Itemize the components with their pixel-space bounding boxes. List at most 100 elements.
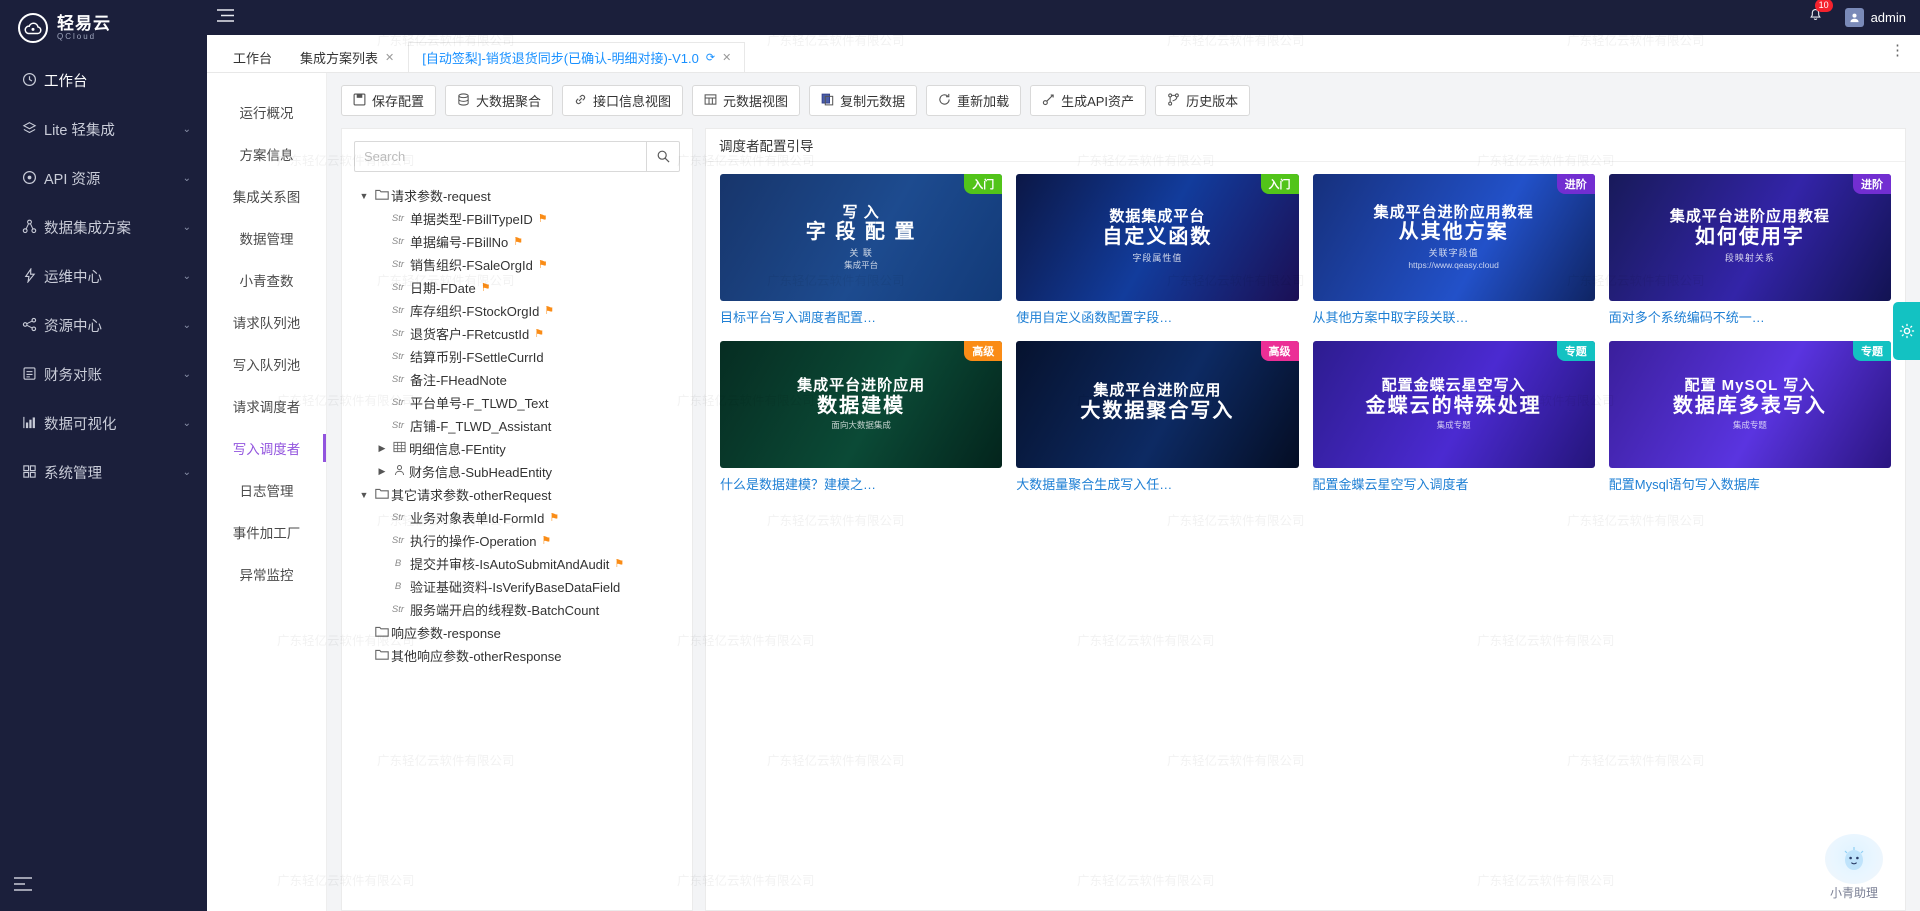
required-flag-icon: ⚑ bbox=[513, 235, 523, 248]
tree-node[interactable]: ▶Str业务对象表单Id-FormId⚑ bbox=[348, 506, 686, 529]
tree-node[interactable]: ▶Str单据类型-FBillTypeID⚑ bbox=[348, 207, 686, 230]
chevron-right-icon[interactable]: ▶ bbox=[374, 443, 390, 454]
sidebar-item-6[interactable]: 资源中心⌄ bbox=[0, 301, 207, 350]
module-menu-item-5[interactable]: 小青查数 bbox=[207, 259, 326, 301]
chevron-right-icon[interactable]: ▶ bbox=[374, 466, 390, 477]
guide-card-thumbnail: 写 入字 段 配 置关 联集成平台入门 bbox=[720, 174, 1002, 301]
guide-card-caption[interactable]: 配置金蝶云星空写入调度者 bbox=[1313, 477, 1595, 494]
tree-node[interactable]: ▶明细信息-FEntity bbox=[348, 437, 686, 460]
tree-node[interactable]: ▶Str日期-FDate⚑ bbox=[348, 276, 686, 299]
thumb-subtitle: 集成专题 bbox=[1366, 421, 1542, 431]
toolbar-button-7[interactable]: 生成API资产 bbox=[1030, 85, 1146, 116]
brand-logo[interactable]: 轻易云 QCloud bbox=[0, 0, 207, 56]
module-menu-item-3[interactable]: 集成关系图 bbox=[207, 175, 326, 217]
collapse-menu-icon[interactable] bbox=[14, 877, 36, 899]
tab-3[interactable]: [自动签梨]-销货退货同步(已确认-明细对接)-V1.0⟳✕ bbox=[408, 42, 745, 72]
tree-node[interactable]: ▶Str退货客户-FRetcustId⚑ bbox=[348, 322, 686, 345]
gear-icon[interactable] bbox=[1893, 302, 1920, 360]
module-menu-item-10[interactable]: 日志管理 bbox=[207, 469, 326, 511]
module-menu-item-11[interactable]: 事件加工厂 bbox=[207, 511, 326, 553]
module-menu-item-2[interactable]: 方案信息 bbox=[207, 133, 326, 175]
tree-node[interactable]: ▶Str单据编号-FBillNo⚑ bbox=[348, 230, 686, 253]
assistant-widget[interactable]: 小青助理 bbox=[1812, 834, 1896, 901]
sidebar-item-2[interactable]: Lite 轻集成⌄ bbox=[0, 105, 207, 154]
sidebar-item-8[interactable]: 数据可视化⌄ bbox=[0, 399, 207, 448]
toolbar-button-8[interactable]: 历史版本 bbox=[1155, 85, 1250, 116]
user-menu[interactable]: admin bbox=[1845, 8, 1906, 27]
module-menu-item-6[interactable]: 请求队列池 bbox=[207, 301, 326, 343]
search-input[interactable] bbox=[355, 149, 646, 164]
vertical-dots-icon[interactable]: ⋮ bbox=[1890, 41, 1906, 59]
tree-node[interactable]: ▶B验证基础资料-IsVerifyBaseDataField bbox=[348, 575, 686, 598]
content-row: ▼请求参数-request▶Str单据类型-FBillTypeID⚑▶Str单据… bbox=[341, 128, 1906, 911]
notification-button[interactable]: 10 bbox=[1808, 8, 1823, 28]
guide-card-2[interactable]: 数据集成平台自定义函数字段属性值入门使用自定义函数配置字段… bbox=[1016, 174, 1298, 327]
sidebar-item-3[interactable]: API 资源⌄ bbox=[0, 154, 207, 203]
module-menu-item-9[interactable]: 写入调度者 bbox=[207, 427, 326, 469]
close-icon[interactable]: ✕ bbox=[722, 51, 731, 64]
module-menu-item-4[interactable]: 数据管理 bbox=[207, 217, 326, 259]
module-menu-label: 请求调度者 bbox=[233, 396, 301, 416]
guide-card-caption[interactable]: 从其他方案中取字段关联… bbox=[1313, 310, 1595, 327]
toolbar-button-1[interactable]: 保存配置 bbox=[341, 85, 436, 116]
thumb-line1: 配置金蝶云星空写入 bbox=[1366, 378, 1542, 395]
guide-card-8[interactable]: 配置 MySQL 写入数据库多表写入集成专题专题配置Mysql语句写入数据库 bbox=[1609, 341, 1891, 494]
tab-1[interactable]: 工作台 bbox=[219, 42, 286, 72]
type-str-icon: Str bbox=[390, 282, 406, 293]
tree-node[interactable]: ▶响应参数-response bbox=[348, 621, 686, 644]
tree-node[interactable]: ▶Str执行的操作-Operation⚑ bbox=[348, 529, 686, 552]
sidebar-item-9[interactable]: 系统管理⌄ bbox=[0, 448, 207, 497]
guide-card-caption[interactable]: 面对多个系统编码不统一… bbox=[1609, 310, 1891, 327]
sidebar-item-5[interactable]: 运维中心⌄ bbox=[0, 252, 207, 301]
chevron-down-icon[interactable]: ▼ bbox=[356, 490, 372, 500]
field-tree[interactable]: ▼请求参数-request▶Str单据类型-FBillTypeID⚑▶Str单据… bbox=[342, 176, 692, 910]
tree-node[interactable]: ▶Str服务端开启的线程数-BatchCount bbox=[348, 598, 686, 621]
guide-card-caption[interactable]: 什么是数据建模？建模之… bbox=[720, 477, 1002, 494]
guide-card-caption[interactable]: 配置Mysql语句写入数据库 bbox=[1609, 477, 1891, 494]
tab-2[interactable]: 集成方案列表✕ bbox=[286, 42, 408, 72]
toolbar-button-label: 生成API资产 bbox=[1061, 91, 1134, 110]
sidebar-item-7[interactable]: 财务对账⌄ bbox=[0, 350, 207, 399]
guide-card-caption[interactable]: 目标平台写入调度者配置… bbox=[720, 310, 1002, 327]
tree-node-label: 单据类型-FBillTypeID bbox=[410, 209, 533, 228]
tree-node[interactable]: ▶Str店铺-F_TLWD_Assistant bbox=[348, 414, 686, 437]
tree-node[interactable]: ▶B提交并审核-IsAutoSubmitAndAudit⚑ bbox=[348, 552, 686, 575]
tree-node[interactable]: ▼其它请求参数-otherRequest bbox=[348, 483, 686, 506]
hamburger-icon[interactable] bbox=[217, 9, 234, 27]
toolbar-button-4[interactable]: 元数据视图 bbox=[692, 85, 800, 116]
tree-node[interactable]: ▶财务信息-SubHeadEntity bbox=[348, 460, 686, 483]
tree-node[interactable]: ▶Str备注-FHeadNote bbox=[348, 368, 686, 391]
chevron-down-icon[interactable]: ▼ bbox=[356, 191, 372, 201]
toolbar-button-5[interactable]: 复制元数据 bbox=[809, 85, 917, 116]
toolbar-button-2[interactable]: 大数据聚合 bbox=[445, 85, 553, 116]
guide-card-1[interactable]: 写 入字 段 配 置关 联集成平台入门目标平台写入调度者配置… bbox=[720, 174, 1002, 327]
module-menu-item-7[interactable]: 写入队列池 bbox=[207, 343, 326, 385]
tree-node[interactable]: ▶其他响应参数-otherResponse bbox=[348, 644, 686, 667]
close-icon[interactable]: ✕ bbox=[385, 51, 394, 64]
assistant-label: 小青助理 bbox=[1830, 884, 1878, 901]
guide-card-4[interactable]: 集成平台进阶应用教程如何使用字段映射关系进阶面对多个系统编码不统一… bbox=[1609, 174, 1891, 327]
guide-card-3[interactable]: 集成平台进阶应用教程从其他方案关联字段值https://www.qeasy.cl… bbox=[1313, 174, 1595, 327]
tree-node[interactable]: ▶Str结算币别-FSettleCurrId bbox=[348, 345, 686, 368]
guide-card-7[interactable]: 配置金蝶云星空写入金蝶云的特殊处理集成专题专题配置金蝶云星空写入调度者 bbox=[1313, 341, 1595, 494]
search-icon[interactable] bbox=[646, 142, 679, 171]
module-menu-item-12[interactable]: 异常监控 bbox=[207, 553, 326, 595]
guide-card-caption[interactable]: 使用自定义函数配置字段… bbox=[1016, 310, 1298, 327]
module-menu-label: 写入队列池 bbox=[233, 354, 301, 374]
tree-search[interactable] bbox=[354, 141, 680, 172]
toolbar-button-3[interactable]: 接口信息视图 bbox=[562, 85, 683, 116]
tree-node[interactable]: ▶Str库存组织-FStockOrgId⚑ bbox=[348, 299, 686, 322]
module-menu-item-8[interactable]: 请求调度者 bbox=[207, 385, 326, 427]
sidebar-item-4[interactable]: 数据集成方案⌄ bbox=[0, 203, 207, 252]
tree-node[interactable]: ▼请求参数-request bbox=[348, 184, 686, 207]
guide-card-5[interactable]: 集成平台进阶应用数据建模面向大数据集成高级什么是数据建模？建模之… bbox=[720, 341, 1002, 494]
guide-card-6[interactable]: 集成平台进阶应用大数据聚合写入高级大数据量聚合生成写入任… bbox=[1016, 341, 1298, 494]
module-menu-item-1[interactable]: 运行概况 bbox=[207, 91, 326, 133]
thumb-line2: 大数据聚合写入 bbox=[1080, 400, 1234, 422]
sidebar-item-1[interactable]: 工作台 bbox=[0, 56, 207, 105]
tree-node[interactable]: ▶Str平台单号-F_TLWD_Text bbox=[348, 391, 686, 414]
toolbar-button-6[interactable]: 重新加载 bbox=[926, 85, 1021, 116]
tree-node[interactable]: ▶Str销售组织-FSaleOrgId⚑ bbox=[348, 253, 686, 276]
guide-card-caption[interactable]: 大数据量聚合生成写入任… bbox=[1016, 477, 1298, 494]
reload-icon[interactable]: ⟳ bbox=[706, 51, 715, 64]
